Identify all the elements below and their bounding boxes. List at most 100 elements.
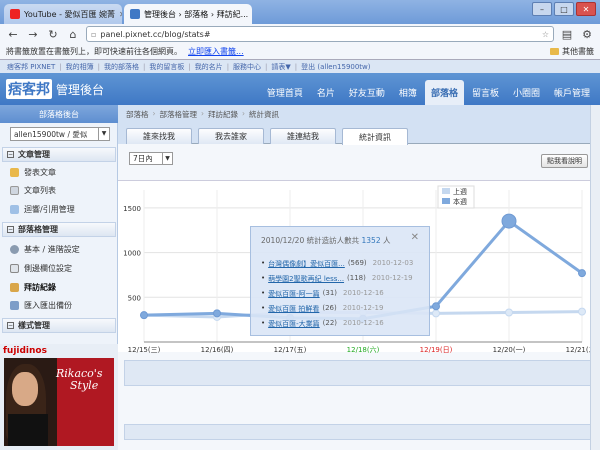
- data-point: [578, 269, 586, 278]
- main-nav: 管理首頁 名片 好友互動 相簿 部落格 留言板 小圈圈 帳戶管理: [261, 80, 596, 105]
- tab-i-visit[interactable]: 我去誰家: [198, 128, 264, 144]
- popup-row: • 愛似百匯-阿一篇 (31) 2010-12-16: [261, 289, 384, 299]
- popup-row: • 愛似百匯-大業篇 (22) 2010-12-16: [261, 319, 384, 329]
- nav-blog[interactable]: 部落格: [424, 80, 464, 105]
- nav-groups[interactable]: 小圈圈: [507, 80, 546, 105]
- header-subtitle: 管理後台: [56, 82, 105, 97]
- section-blog[interactable]: − 部落格管理: [2, 222, 116, 237]
- page-menu-icon[interactable]: ▤: [560, 28, 574, 41]
- browser-tab-youtube[interactable]: YouTube - 愛似百匯 婉菁 ✕: [4, 4, 122, 24]
- sidebar-item-comments[interactable]: 迴響/引用管理: [10, 202, 75, 217]
- sidebar-item-label: 發表文章: [24, 168, 56, 177]
- reload-icon[interactable]: ↻: [46, 28, 60, 41]
- nav-album[interactable]: 相簿: [393, 80, 423, 105]
- y-tick-label: 1000: [123, 250, 141, 258]
- other-bookmarks[interactable]: 其他書籤: [550, 46, 594, 57]
- help-button[interactable]: 點我看說明: [541, 154, 588, 168]
- range-select[interactable]: 7日內 ▼: [129, 152, 173, 165]
- breadcrumb-item[interactable]: 部落格: [126, 109, 149, 120]
- back-icon[interactable]: ←: [6, 28, 20, 41]
- stats-popup: 2010/12/20 統計造訪人數共 1352 人 ✕ • 台灣偶像劇】愛似百匯…: [250, 226, 430, 336]
- popup-article-link[interactable]: 萌學園2聖歌再紀 less...: [268, 274, 344, 284]
- wrench-icon[interactable]: ⚙: [580, 28, 594, 41]
- close-window-icon[interactable]: ✕: [576, 2, 596, 16]
- section-label: 樣式管理: [18, 321, 50, 330]
- nav-account[interactable]: 帳戶管理: [548, 80, 596, 105]
- site-link[interactable]: 我的相簿: [64, 62, 96, 72]
- import-bookmarks-link[interactable]: 立即匯入書籤...: [188, 46, 244, 57]
- bullet: •: [261, 319, 266, 327]
- section-label: 部落格管理: [18, 225, 58, 234]
- nav-home[interactable]: 管理首頁: [261, 80, 309, 105]
- logout-link[interactable]: 登出 (allen15900tw): [299, 62, 372, 72]
- section-style[interactable]: − 樣式管理: [2, 318, 116, 333]
- popup-article-link[interactable]: 台灣偶像劇】愛似百匯...: [268, 259, 345, 269]
- breadcrumb-item[interactable]: 部落格管理: [160, 109, 198, 120]
- site-link[interactable]: 請表▼: [269, 62, 292, 72]
- model-shirt: [8, 414, 48, 446]
- range-select-value: 7日內: [133, 154, 153, 163]
- other-bookmarks-label: 其他書籤: [562, 47, 594, 56]
- sidebar-item-label: 基本 / 進階設定: [24, 245, 80, 254]
- popup-article-link[interactable]: 愛似百匯-大業篇: [268, 319, 320, 329]
- sidebar-item-post[interactable]: 發表文章: [10, 165, 56, 180]
- data-point: [140, 311, 148, 320]
- popup-title-suffix: 人: [383, 236, 391, 245]
- chevron-down-icon: ▼: [162, 153, 172, 164]
- x-tick-label: 12/16(四): [201, 346, 234, 354]
- sidebar-item-visit-log[interactable]: 拜訪紀錄: [10, 280, 56, 295]
- site-link[interactable]: 我的留言板: [147, 62, 186, 72]
- popup-article-date: 2010-12-16: [343, 319, 384, 327]
- tab-who-links-me[interactable]: 誰連結我: [270, 128, 336, 144]
- pixnet-logo[interactable]: 痞客邦 管理後台: [6, 79, 104, 99]
- window-controls: – □ ✕: [532, 2, 596, 16]
- sidebar-item-article-list[interactable]: 文章列表: [10, 183, 56, 198]
- breadcrumb-item[interactable]: 拜訪紀錄: [208, 109, 238, 120]
- y-tick-label: 1500: [123, 205, 141, 213]
- nav-profile[interactable]: 名片: [311, 80, 341, 105]
- address-bar[interactable]: ▫ panel.pixnet.cc/blog/stats# ☆: [86, 26, 554, 42]
- nav-guestbook[interactable]: 留言板: [466, 80, 505, 105]
- minimize-icon[interactable]: –: [532, 2, 552, 16]
- chevron-down-icon: ▼: [98, 128, 109, 140]
- ad-banner[interactable]: Rikaco's Style: [4, 358, 114, 446]
- page-icon: ▫: [91, 29, 97, 39]
- tab-who-visits-me[interactable]: 誰來找我: [126, 128, 192, 144]
- ad-brand[interactable]: fujidinos: [3, 346, 47, 356]
- popup-count: 1352: [361, 236, 381, 245]
- site-link[interactable]: 服務中心: [231, 62, 263, 72]
- collapse-icon[interactable]: −: [7, 151, 14, 158]
- sidebar-item-backup[interactable]: 匯入匯出備份: [10, 298, 72, 313]
- popup-article-count: (22): [322, 319, 338, 327]
- subtabs: 誰來找我 我去誰家 誰連結我 統計資訊: [126, 126, 598, 145]
- sidebar-item-settings[interactable]: 基本 / 進階設定: [10, 242, 80, 257]
- site-link[interactable]: 我的名片: [193, 62, 225, 72]
- star-icon[interactable]: ☆: [542, 30, 549, 39]
- logo-text: 痞客邦: [6, 79, 52, 99]
- comment-icon: [10, 205, 19, 214]
- popup-article-link[interactable]: 愛似百匯-阿一篇: [268, 289, 320, 299]
- sidebar-item-sidebar-settings[interactable]: 側邊欄位設定: [10, 261, 72, 276]
- close-tab-icon[interactable]: ✕: [119, 10, 122, 19]
- blog-select[interactable]: allen15900tw / 愛似 ▼: [10, 127, 110, 141]
- layout-icon: [10, 264, 19, 273]
- collapse-icon[interactable]: −: [7, 322, 14, 329]
- nav-friends[interactable]: 好友互動: [343, 80, 391, 105]
- collapse-icon[interactable]: −: [7, 226, 14, 233]
- popup-article-date: 2010-12-19: [371, 274, 413, 282]
- data-point: [501, 213, 517, 229]
- tab-statistics[interactable]: 統計資訊: [342, 128, 408, 145]
- site-link[interactable]: 我的部落格: [102, 62, 141, 72]
- page-scrollbar[interactable]: [590, 105, 600, 450]
- sidebar-item-label: 側邊欄位設定: [24, 264, 72, 273]
- close-icon[interactable]: ✕: [411, 232, 419, 243]
- separator: ›: [152, 109, 156, 118]
- forward-icon[interactable]: →: [26, 28, 40, 41]
- popup-article-link[interactable]: 愛似百匯 拍鮮看: [268, 304, 319, 314]
- browser-tab-pixnet[interactable]: 管理後台 › 部落格 › 拜訪紀... ✕: [124, 4, 252, 24]
- popup-row: • 台灣偶像劇】愛似百匯... (569) 2010-12-03: [261, 259, 413, 269]
- site-link[interactable]: 痞客邦 PIXNET: [5, 62, 57, 72]
- section-article[interactable]: − 文章管理: [2, 147, 116, 162]
- maximize-icon[interactable]: □: [554, 2, 574, 16]
- home-icon[interactable]: ⌂: [66, 28, 80, 41]
